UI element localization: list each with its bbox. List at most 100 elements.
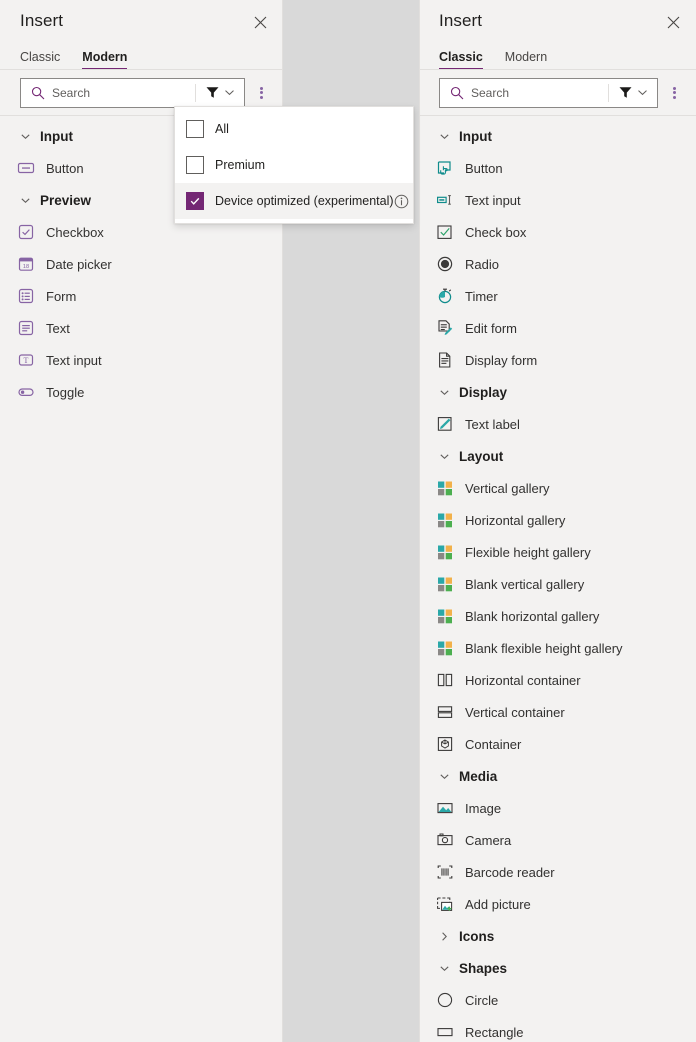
more-options-button[interactable] [662, 78, 686, 108]
list-item-blank-horizontal-gallery[interactable]: Blank horizontal gallery [419, 600, 696, 632]
list-item-label: Blank vertical gallery [465, 577, 584, 592]
info-icon[interactable] [394, 193, 409, 209]
list-item-date-picker[interactable]: 18 Date picker [0, 248, 283, 280]
more-options-button[interactable] [249, 78, 273, 108]
list-item-label: Blank horizontal gallery [465, 609, 599, 624]
filter-option-label: Premium [215, 158, 403, 172]
checkbox-unchecked-icon[interactable] [186, 156, 204, 174]
close-button[interactable] [247, 9, 273, 35]
list-item-label: Add picture [465, 897, 531, 912]
gallery-icon [435, 606, 455, 626]
more-vertical-icon [673, 85, 676, 100]
gallery-icon [435, 478, 455, 498]
list-item-label: Flexible height gallery [465, 545, 591, 560]
list-item-flexible-height-gallery[interactable]: Flexible height gallery [419, 536, 696, 568]
list-item-horizontal-gallery[interactable]: Horizontal gallery [419, 504, 696, 536]
group-label: Display [459, 385, 507, 400]
chevron-down-icon [224, 87, 235, 98]
list-item-label: Barcode reader [465, 865, 555, 880]
list-item-vertical-gallery[interactable]: Vertical gallery [419, 472, 696, 504]
filter-button[interactable] [609, 79, 657, 107]
radio-icon [435, 254, 455, 274]
search-box[interactable]: Search [439, 78, 658, 108]
group-label: Input [40, 129, 73, 144]
search-icon [31, 86, 45, 100]
list-item-button[interactable]: Button [419, 152, 696, 184]
list-item-add-picture[interactable]: Add picture [419, 888, 696, 920]
edit-form-icon [435, 318, 455, 338]
group-label: Media [459, 769, 497, 784]
list-item-edit-form[interactable]: Edit form [419, 312, 696, 344]
list-item-radio[interactable]: Radio [419, 248, 696, 280]
list-item-label: Camera [465, 833, 511, 848]
list-item-label: Text label [465, 417, 520, 432]
page-title: Insert [20, 11, 63, 31]
close-button[interactable] [660, 9, 686, 35]
list-item-text-input[interactable]: Text input [419, 184, 696, 216]
group-header-icons[interactable]: Icons [419, 920, 696, 952]
panel-divider [419, 0, 420, 1042]
search-icon [450, 86, 464, 100]
list-item-label: Image [465, 801, 501, 816]
close-icon [254, 16, 267, 29]
calendar-icon: 18 [16, 254, 36, 274]
list-item-display-form[interactable]: Display form [419, 344, 696, 376]
list-item-label: Edit form [465, 321, 517, 336]
more-vertical-icon [260, 85, 263, 100]
tab-list: Classic Modern [0, 42, 283, 70]
list-item-camera[interactable]: Camera [419, 824, 696, 856]
tab-modern[interactable]: Modern [505, 50, 547, 70]
list-item-text[interactable]: Text [0, 312, 283, 344]
list-item-label: Horizontal container [465, 673, 581, 688]
list-item-text-input[interactable]: T Text input [0, 344, 283, 376]
text-label-icon [435, 414, 455, 434]
filter-option-device-optimized[interactable]: Device optimized (experimental) [175, 183, 413, 219]
checkbox-unchecked-icon[interactable] [186, 120, 204, 138]
group-header-layout[interactable]: Layout [419, 440, 696, 472]
list-item-blank-vertical-gallery[interactable]: Blank vertical gallery [419, 568, 696, 600]
timer-icon [435, 286, 455, 306]
tab-modern[interactable]: Modern [82, 50, 127, 70]
list-item-image[interactable]: Image [419, 792, 696, 824]
list-item-toggle[interactable]: Toggle [0, 376, 283, 408]
list-item-blank-flexible-height-gallery[interactable]: Blank flexible height gallery [419, 632, 696, 664]
tab-classic[interactable]: Classic [439, 50, 483, 70]
list-item-barcode-reader[interactable]: Barcode reader [419, 856, 696, 888]
list-item-vertical-container[interactable]: Vertical container [419, 696, 696, 728]
container-icon [435, 734, 455, 754]
filter-option-all[interactable]: All [175, 111, 413, 147]
group-header-shapes[interactable]: Shapes [419, 952, 696, 984]
rectangle-icon [435, 1022, 455, 1042]
add-picture-icon [435, 894, 455, 914]
tab-classic[interactable]: Classic [20, 50, 60, 70]
group-header-media[interactable]: Media [419, 760, 696, 792]
filter-button[interactable] [196, 79, 244, 107]
list-item-label: Text input [465, 193, 521, 208]
page-title: Insert [439, 11, 482, 31]
chevron-down-icon [435, 451, 453, 462]
group-header-input[interactable]: Input [419, 120, 696, 152]
list-item-rectangle[interactable]: Rectangle [419, 1016, 696, 1042]
search-row: Search [419, 70, 696, 116]
list-item-timer[interactable]: Timer [419, 280, 696, 312]
search-input[interactable]: Search [52, 86, 195, 100]
filter-icon [205, 85, 220, 100]
list-item-label: Button [46, 161, 84, 176]
filter-option-premium[interactable]: Premium [175, 147, 413, 183]
list-item-circle[interactable]: Circle [419, 984, 696, 1016]
checkbox-checked-icon[interactable] [186, 192, 204, 210]
chevron-right-icon [435, 931, 453, 942]
search-box[interactable]: Search [20, 78, 245, 108]
list-item-check-box[interactable]: Check box [419, 216, 696, 248]
list-item-text-label[interactable]: Text label [419, 408, 696, 440]
list-item-label: Circle [465, 993, 498, 1008]
list-item-horizontal-container[interactable]: Horizontal container [419, 664, 696, 696]
list-item-form[interactable]: Form [0, 280, 283, 312]
list-item-container[interactable]: Container [419, 728, 696, 760]
search-input[interactable]: Search [471, 86, 608, 100]
panel-header: Insert [419, 0, 696, 42]
group-header-display[interactable]: Display [419, 376, 696, 408]
text-input-icon: T [16, 350, 36, 370]
list-item-label: Button [465, 161, 503, 176]
gallery-icon [435, 638, 455, 658]
